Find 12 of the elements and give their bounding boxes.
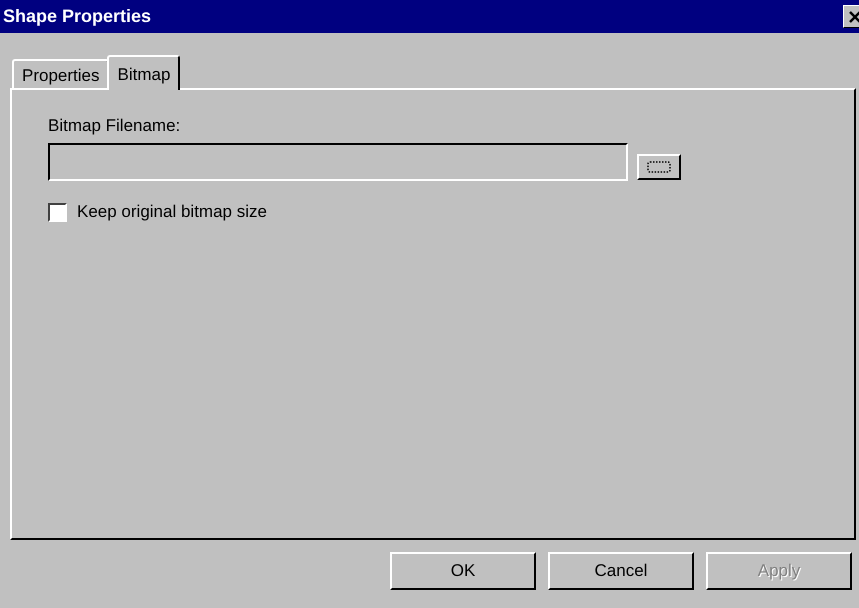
tab[interactable]: Properties bbox=[12, 59, 110, 88]
close-icon bbox=[848, 10, 859, 22]
checkbox-label: Keep original bitmap size bbox=[77, 202, 267, 222]
tab[interactable]: Bitmap bbox=[107, 55, 180, 90]
checkbox[interactable] bbox=[48, 202, 67, 222]
window-title: Shape Properties bbox=[3, 6, 152, 27]
field-label: Bitmap Filename: bbox=[48, 116, 182, 136]
dialog-button[interactable]: OK bbox=[390, 552, 536, 590]
filename-field[interactable] bbox=[48, 143, 628, 181]
dotted-rectangle-icon bbox=[647, 161, 671, 173]
browse-button[interactable] bbox=[637, 154, 681, 180]
dialog-button[interactable]: Cancel bbox=[548, 552, 694, 590]
